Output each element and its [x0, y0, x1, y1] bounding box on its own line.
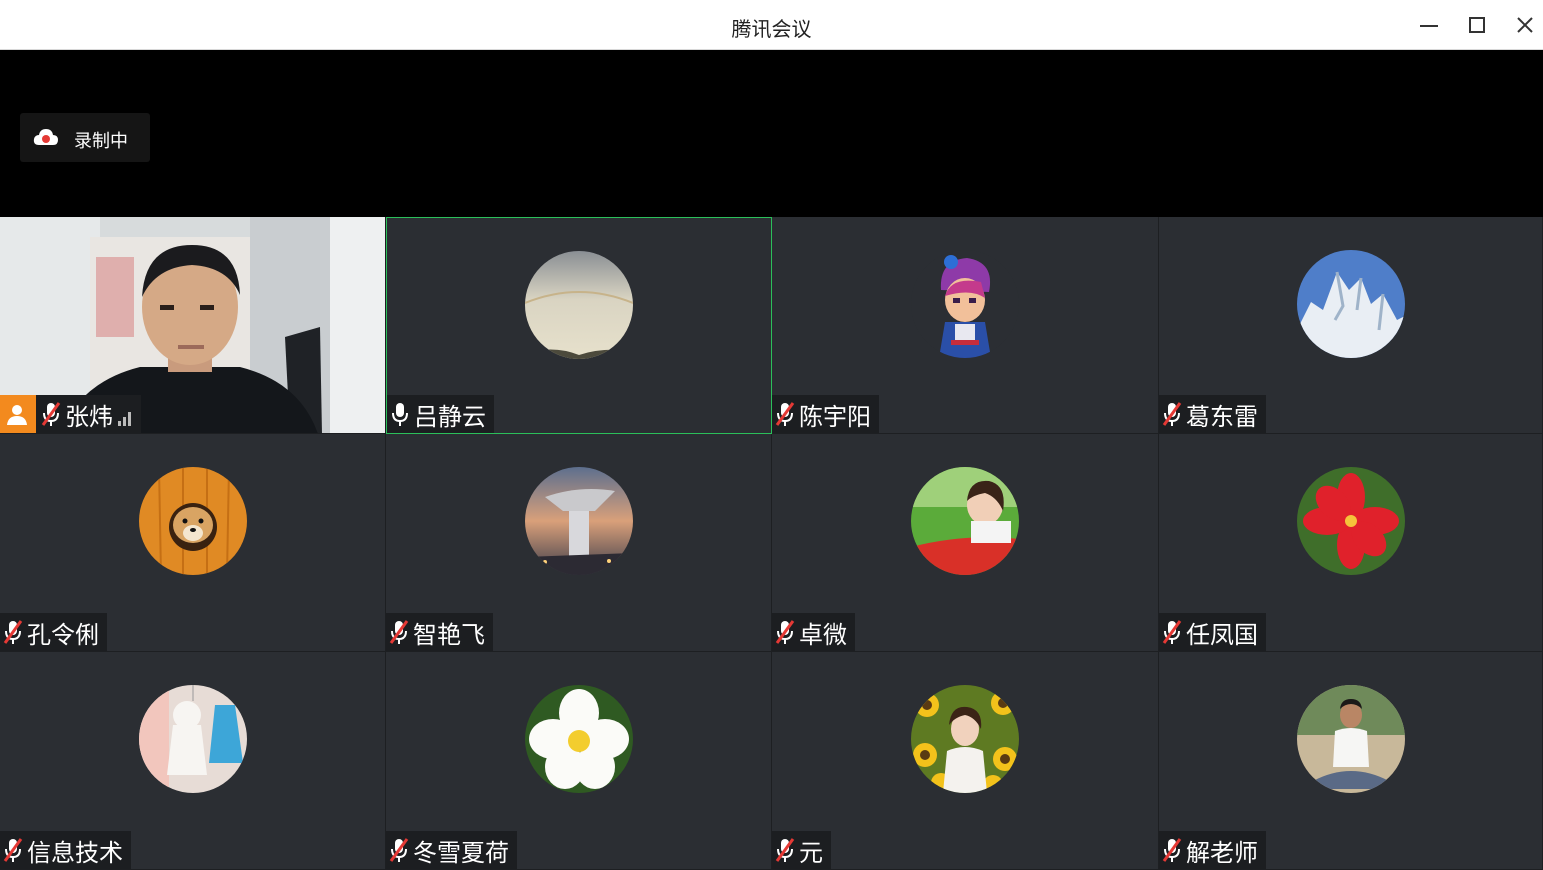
participant-tile[interactable]: 任凤国	[1159, 434, 1543, 652]
recording-label: 录制中	[74, 131, 128, 152]
participant-tile[interactable]: 吕静云	[386, 217, 772, 434]
participant-avatar	[138, 685, 247, 793]
participant-name-tag: 张炜	[0, 395, 141, 433]
participant-avatar	[525, 251, 633, 359]
title-bar: 腾讯会议	[0, 0, 1543, 50]
participant-grid: 张炜 吕静云 陈宇阳 葛东雷 孔令俐 智艳飞 卓微 任凤国 信息技术 冬雪夏荷 …	[0, 217, 1543, 870]
mic-muted-icon[interactable]	[40, 400, 62, 428]
mic-muted-icon[interactable]	[1161, 836, 1183, 864]
participant-tile[interactable]: 卓微	[772, 434, 1159, 652]
participant-avatar	[138, 467, 247, 575]
minimize-icon	[1420, 25, 1438, 27]
mic-muted-icon[interactable]	[774, 836, 796, 864]
mic-muted-icon[interactable]	[388, 618, 410, 646]
participant-name: 信息技术	[27, 838, 123, 867]
mic-muted-icon[interactable]	[1161, 618, 1183, 646]
minimize-button[interactable]	[1414, 10, 1444, 40]
participant-avatar	[911, 250, 1019, 358]
participant-name-tag: 信息技术	[0, 831, 131, 869]
participant-name-tag: 智艳飞	[386, 613, 493, 651]
participant-avatar	[1296, 685, 1405, 793]
participant-name-tag: 葛东雷	[1159, 395, 1266, 433]
participant-name: 卓微	[799, 620, 847, 649]
mic-muted-icon[interactable]	[774, 400, 796, 428]
participant-tile[interactable]: 孔令俐	[0, 434, 386, 652]
participant-avatar	[524, 685, 633, 793]
participant-name: 冬雪夏荷	[413, 838, 509, 867]
participant-tile[interactable]: 解老师	[1159, 652, 1543, 870]
recording-indicator[interactable]: 录制中	[20, 113, 150, 162]
participant-name: 解老师	[1186, 838, 1258, 867]
participant-name: 任凤国	[1186, 620, 1258, 649]
close-icon	[1517, 17, 1533, 33]
participant-avatar	[911, 685, 1019, 793]
participant-name: 孔令俐	[27, 620, 99, 649]
participant-tile[interactable]: 葛东雷	[1159, 217, 1543, 434]
participant-name: 智艳飞	[413, 620, 485, 649]
mic-muted-icon[interactable]	[2, 618, 24, 646]
mic-muted-icon[interactable]	[388, 836, 410, 864]
maximize-button[interactable]	[1462, 10, 1492, 40]
participant-name-tag: 卓微	[772, 613, 855, 651]
participant-tile[interactable]: 智艳飞	[386, 434, 772, 652]
participant-avatar	[1296, 250, 1405, 358]
network-signal-icon	[117, 405, 133, 426]
participant-name: 张炜	[65, 402, 113, 431]
participant-tile[interactable]: 信息技术	[0, 652, 386, 870]
window-title: 腾讯会议	[731, 17, 812, 41]
mic-muted-icon[interactable]	[2, 836, 24, 864]
participant-tile[interactable]: 张炜	[0, 217, 386, 434]
participant-name-tag: 冬雪夏荷	[386, 831, 517, 869]
participant-tile[interactable]: 冬雪夏荷	[386, 652, 772, 870]
participant-tile[interactable]: 元	[772, 652, 1159, 870]
participant-name-tag: 孔令俐	[0, 613, 107, 651]
participant-name: 葛东雷	[1186, 402, 1258, 431]
participant-name: 元	[799, 838, 823, 867]
maximize-icon	[1469, 17, 1485, 33]
participant-avatar	[1296, 467, 1405, 575]
mic-on-icon[interactable]	[389, 400, 411, 428]
participant-name-tag: 元	[772, 831, 831, 869]
mic-muted-icon[interactable]	[774, 618, 796, 646]
participant-name: 陈宇阳	[799, 402, 871, 431]
mic-muted-icon[interactable]	[1161, 400, 1183, 428]
host-icon	[0, 395, 36, 433]
participant-name-tag: 解老师	[1159, 831, 1266, 869]
cloud-icon	[32, 127, 60, 147]
participant-avatar	[524, 467, 633, 575]
participant-name-tag: 吕静云	[387, 395, 494, 433]
participant-tile[interactable]: 陈宇阳	[772, 217, 1159, 434]
participant-name-tag: 陈宇阳	[772, 395, 879, 433]
close-button[interactable]	[1510, 10, 1540, 40]
participant-name: 吕静云	[414, 402, 486, 431]
participant-avatar	[911, 467, 1019, 575]
participant-name-tag: 任凤国	[1159, 613, 1266, 651]
